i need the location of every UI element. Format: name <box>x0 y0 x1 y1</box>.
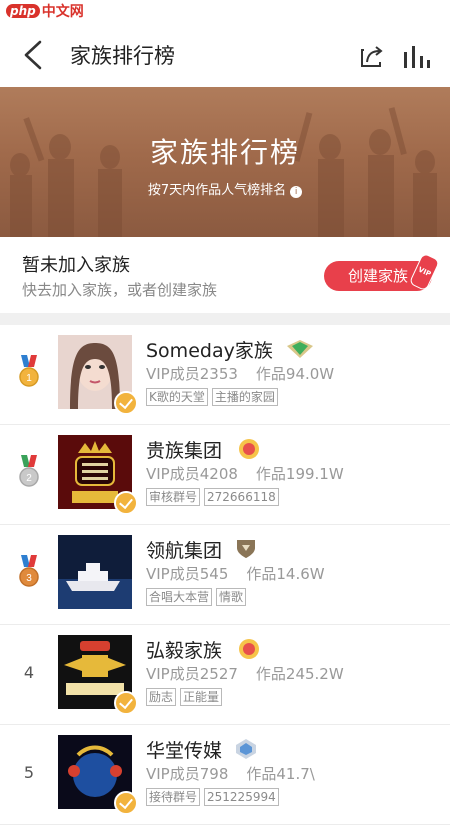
family-tags: 接待群号 251225994 <box>146 788 279 806</box>
works-count: 作品14.6W <box>246 565 325 583</box>
family-row[interactable]: 1 Someday家族 VIP成员2353 作品94.0W K歌的天堂 主播的家园 <box>0 325 450 425</box>
works-count: 作品199.1W <box>255 465 344 483</box>
bar-chart-icon[interactable] <box>400 42 430 70</box>
family-name: 领航集团 <box>146 536 258 563</box>
page-title: 家族排行榜 <box>70 44 175 68</box>
banner-title: 家族排行榜 <box>149 136 300 169</box>
svg-text:1: 1 <box>26 373 32 384</box>
family-tag: 主播的家园 <box>211 388 278 406</box>
svg-text:3: 3 <box>26 573 32 584</box>
family-name-text: Someday家族 <box>146 340 273 362</box>
rank-number: 5 <box>23 763 35 782</box>
family-stats: VIP成员4208 作品199.1W <box>146 463 344 484</box>
family-name: 弘毅家族 <box>146 636 264 663</box>
member-count: VIP成员545 <box>146 565 229 583</box>
family-tag: 272666118 <box>204 488 279 506</box>
family-tag: 合唱大本营 <box>146 588 213 606</box>
family-row[interactable]: 3 领航集团 VIP成员545 作品14.6W 合唱大本营 情歌 <box>0 525 450 625</box>
family-name-text: 华堂传媒 <box>146 740 223 762</box>
family-name-text: 弘毅家族 <box>146 640 223 662</box>
banner-subtitle-text: 按7天内作品人气榜排名 <box>147 183 287 198</box>
rank-number: 4 <box>23 663 35 682</box>
member-count: VIP成员2527 <box>146 665 238 683</box>
family-tag: 审核群号 <box>146 488 201 506</box>
member-count: VIP成员2353 <box>146 365 238 383</box>
works-count: 作品245.2W <box>255 665 344 683</box>
create-family-label: 创建家族 <box>347 267 408 285</box>
gold-medal-icon: 1 <box>19 355 39 387</box>
join-family-section: 暂未加入家族 快去加入家族，或者创建家族 创建家族 VIP <box>0 237 450 313</box>
info-icon[interactable]: i <box>290 186 303 198</box>
family-tags: 励志 正能量 <box>146 688 223 706</box>
verified-badge-icon <box>114 691 138 715</box>
verified-badge-icon <box>114 791 138 815</box>
site-watermark: php 中文网 <box>0 0 90 22</box>
family-tag: 接待群号 <box>146 788 201 806</box>
join-status-subtitle: 快去加入家族，或者创建家族 <box>22 281 218 299</box>
family-stats: VIP成员2527 作品245.2W <box>146 663 344 684</box>
ranking-banner: 家族排行榜 按7天内作品人气榜排名 i <box>0 87 450 237</box>
sun-level-icon <box>239 639 260 659</box>
family-name: Someday家族 <box>146 336 315 363</box>
section-divider <box>0 313 450 325</box>
family-ranking-list: 1 Someday家族 VIP成员2353 作品94.0W K歌的天堂 主播的家园 <box>0 325 450 825</box>
green-diamond-level-icon <box>286 340 313 358</box>
create-family-button[interactable]: 创建家族 VIP <box>324 252 441 292</box>
family-stats: VIP成员545 作品14.6W <box>146 563 325 584</box>
works-count: 作品41.7\ <box>246 765 315 783</box>
svg-text:2: 2 <box>26 473 32 484</box>
family-stats: VIP成员798 作品41.7\ <box>146 763 315 784</box>
family-name: 贵族集团 <box>146 436 264 463</box>
vip-badge: VIP <box>408 252 441 292</box>
family-tags: 合唱大本营 情歌 <box>146 588 247 606</box>
family-name: 华堂传媒 <box>146 736 258 763</box>
member-count: VIP成员798 <box>146 765 229 783</box>
family-tags: 审核群号 272666118 <box>146 488 279 506</box>
family-row[interactable]: 5 华堂传媒 VIP成员798 作品41.7\ 接待群号 251225994 <box>0 725 450 825</box>
family-avatar <box>58 535 132 609</box>
verified-badge-icon <box>114 391 138 415</box>
family-row[interactable]: 4 弘毅家族 VIP成员2527 作品245.2W 励志 正能量 <box>0 625 450 725</box>
blue-diamond-level-icon <box>236 739 257 759</box>
watermark-site: 中文网 <box>41 4 84 20</box>
family-name-text: 贵族集团 <box>146 440 223 462</box>
family-name-text: 领航集团 <box>146 540 223 562</box>
family-tag: K歌的天堂 <box>146 388 208 406</box>
family-stats: VIP成员2353 作品94.0W <box>146 363 334 384</box>
sun-level-icon <box>239 439 260 459</box>
watermark-php: php <box>6 4 40 18</box>
family-tag: 正能量 <box>180 688 223 706</box>
works-count: 作品94.0W <box>255 365 335 383</box>
bronze-medal-icon: 3 <box>19 555 39 587</box>
family-tag: 251225994 <box>204 788 279 806</box>
member-count: VIP成员4208 <box>146 465 238 483</box>
shield-level-icon <box>237 540 256 558</box>
verified-badge-icon <box>114 491 138 515</box>
family-tags: K歌的天堂 主播的家园 <box>146 388 278 406</box>
family-tag: 情歌 <box>216 588 247 606</box>
share-icon[interactable] <box>358 42 386 70</box>
join-status-title: 暂未加入家族 <box>22 255 130 276</box>
banner-subtitle: 按7天内作品人气榜排名 i <box>0 179 450 198</box>
family-tag: 励志 <box>146 688 177 706</box>
family-row[interactable]: 2 贵族集团 VIP成员4208 作品199.1W 审核群号 272666118 <box>0 425 450 525</box>
silver-medal-icon: 2 <box>19 455 39 487</box>
back-arrow-icon[interactable] <box>18 38 48 72</box>
